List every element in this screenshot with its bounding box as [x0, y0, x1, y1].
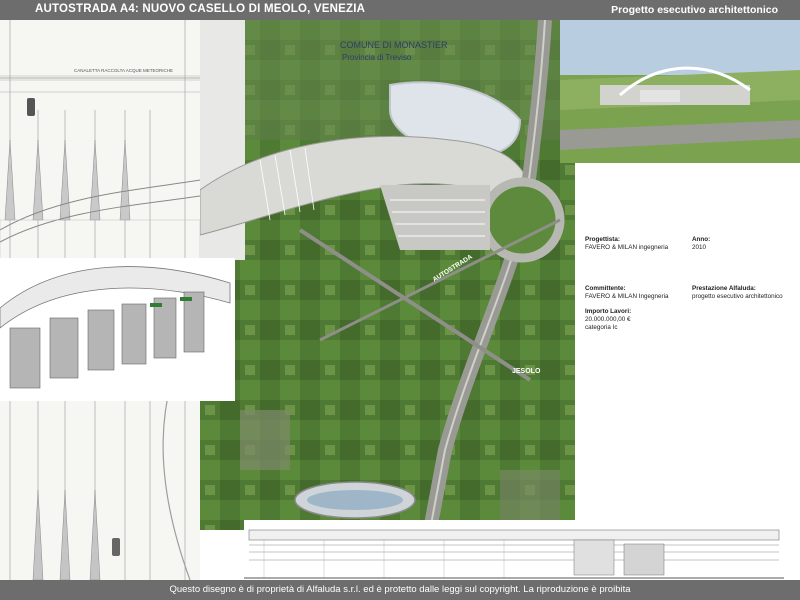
anno-block: Anno: 2010 — [692, 236, 710, 252]
map-label-comune: COMUNE DI MONASTIER — [340, 40, 448, 50]
progettista-block: Progettista: FAVERO & MILAN ingegneria — [585, 236, 668, 252]
anno-value: 2010 — [692, 243, 707, 251]
document-title: AUTOSTRADA A4: NUOVO CASELLO DI MEOLO, V… — [35, 3, 366, 15]
progettista-label: Progettista: — [585, 236, 620, 243]
committente-block: Committente: FAVERO & MILAN Ingegneria — [585, 285, 669, 301]
categoria-value: categoria Ic — [585, 323, 618, 331]
perspective-render-image — [560, 20, 800, 163]
copyright-notice: Questo disegno è di proprietà di Alfalud… — [169, 584, 631, 595]
plan-roadside-label: CANALETTA RACCOLTA ACQUE METEORICHE — [74, 68, 174, 73]
document-subtitle: Progetto esecutivo architettonico — [611, 4, 778, 16]
committente-label: Committente: — [585, 285, 626, 292]
footer-bar: Questo disegno è di proprietà di Alfalud… — [0, 580, 800, 600]
progettista-value: FAVERO & MILAN ingegneria — [585, 243, 669, 251]
committente-value: FAVERO & MILAN Ingegneria — [585, 292, 669, 300]
building-elevation-drawing — [244, 520, 784, 580]
importo-value: 20.000.000,00 € — [585, 315, 631, 323]
importo-label: Importo Lavori: — [585, 308, 632, 315]
anno-label: Anno: — [692, 236, 711, 243]
isometric-3d-model — [0, 258, 235, 401]
prestazione-block: Prestazione Alfaluda: progetto esecutivo… — [692, 285, 783, 301]
map-label-provincia: Provincia di Treviso — [342, 53, 412, 62]
aerial-site-photo: COMUNE DI MONASTIER Provincia di Treviso… — [200, 20, 575, 530]
header-bar: AUTOSTRADA A4: NUOVO CASELLO DI MEOLO, V… — [0, 0, 800, 20]
importo-block: Importo Lavori: 20.000.000,00 € categori… — [585, 308, 631, 332]
prestazione-value: progetto esecutivo architettonico — [692, 292, 783, 300]
prestazione-label: Prestazione Alfaluda: — [692, 285, 756, 292]
map-label-jesolo: JESOLO — [512, 368, 541, 375]
